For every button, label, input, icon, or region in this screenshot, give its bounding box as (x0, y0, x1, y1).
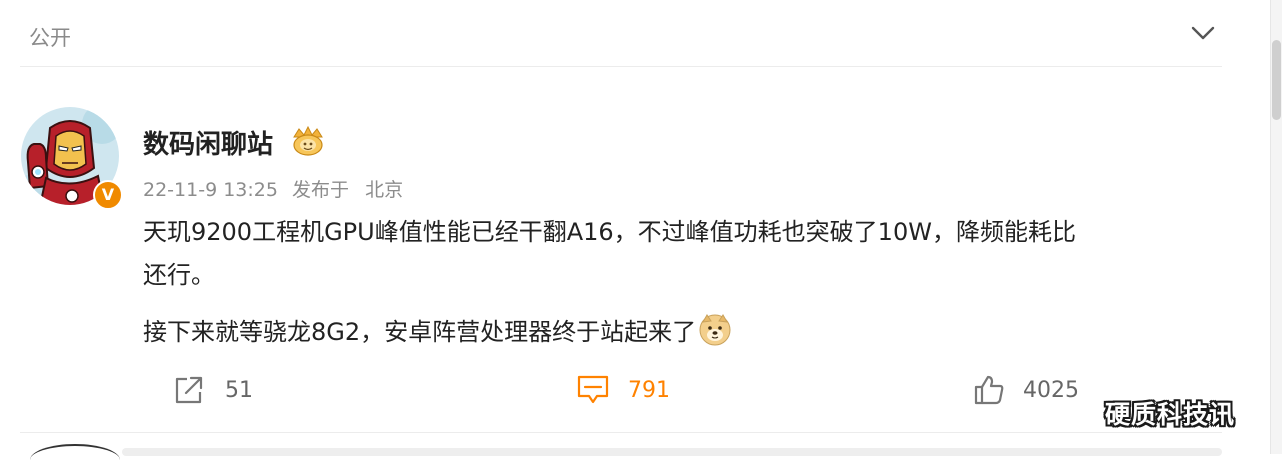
visibility-label: 公开 (29, 26, 71, 50)
post-meta: 22-11-9 13:25 发布于 北京 (143, 175, 411, 202)
doge-emoji-icon (699, 314, 731, 346)
post-text-line-2: 还行。 (143, 261, 215, 289)
like-count: 4025 (1023, 377, 1079, 403)
post-divider (20, 432, 1222, 433)
scrollbar-thumb[interactable] (1272, 40, 1281, 120)
post-timestamp[interactable]: 22-11-9 13:25 (143, 179, 278, 201)
author-name[interactable]: 数码闲聊站 (143, 124, 273, 161)
comment-icon (577, 375, 609, 404)
post-actions: 51 791 4025 (0, 360, 1270, 420)
thumbs-up-icon (974, 375, 1004, 405)
like-button[interactable]: 4025 (973, 360, 1079, 420)
comment-count: 791 (628, 377, 670, 403)
post-text-line-3-content: 接下来就等骁龙8G2，安卓阵营处理器终于站起来了 (143, 318, 697, 346)
published-from-label: 发布于 (292, 179, 350, 201)
verified-badge: V (93, 180, 123, 210)
post-location: 北京 (365, 179, 404, 201)
chevron-down-icon[interactable] (1190, 22, 1216, 44)
next-post-preview (122, 448, 1222, 456)
scrollbar[interactable] (1270, 0, 1282, 454)
next-post-avatar-edge (30, 444, 120, 476)
comment-button[interactable]: 791 (576, 360, 670, 420)
repost-count: 51 (225, 377, 253, 403)
crown-medal-icon (293, 125, 323, 156)
post-text-line-3: 接下来就等骁龙8G2，安卓阵营处理器终于站起来了 (143, 312, 1233, 349)
post-text-line-1: 天玑9200工程机GPU峰值性能已经干翻A16，不过峰值功耗也突破了10W，降频… (143, 218, 1076, 246)
repost-button[interactable]: 51 (173, 360, 253, 420)
share-icon (175, 376, 203, 404)
post-visibility-bar: 公开 (20, 0, 1222, 67)
watermark-text: 硬质科技讯 (1105, 400, 1236, 429)
